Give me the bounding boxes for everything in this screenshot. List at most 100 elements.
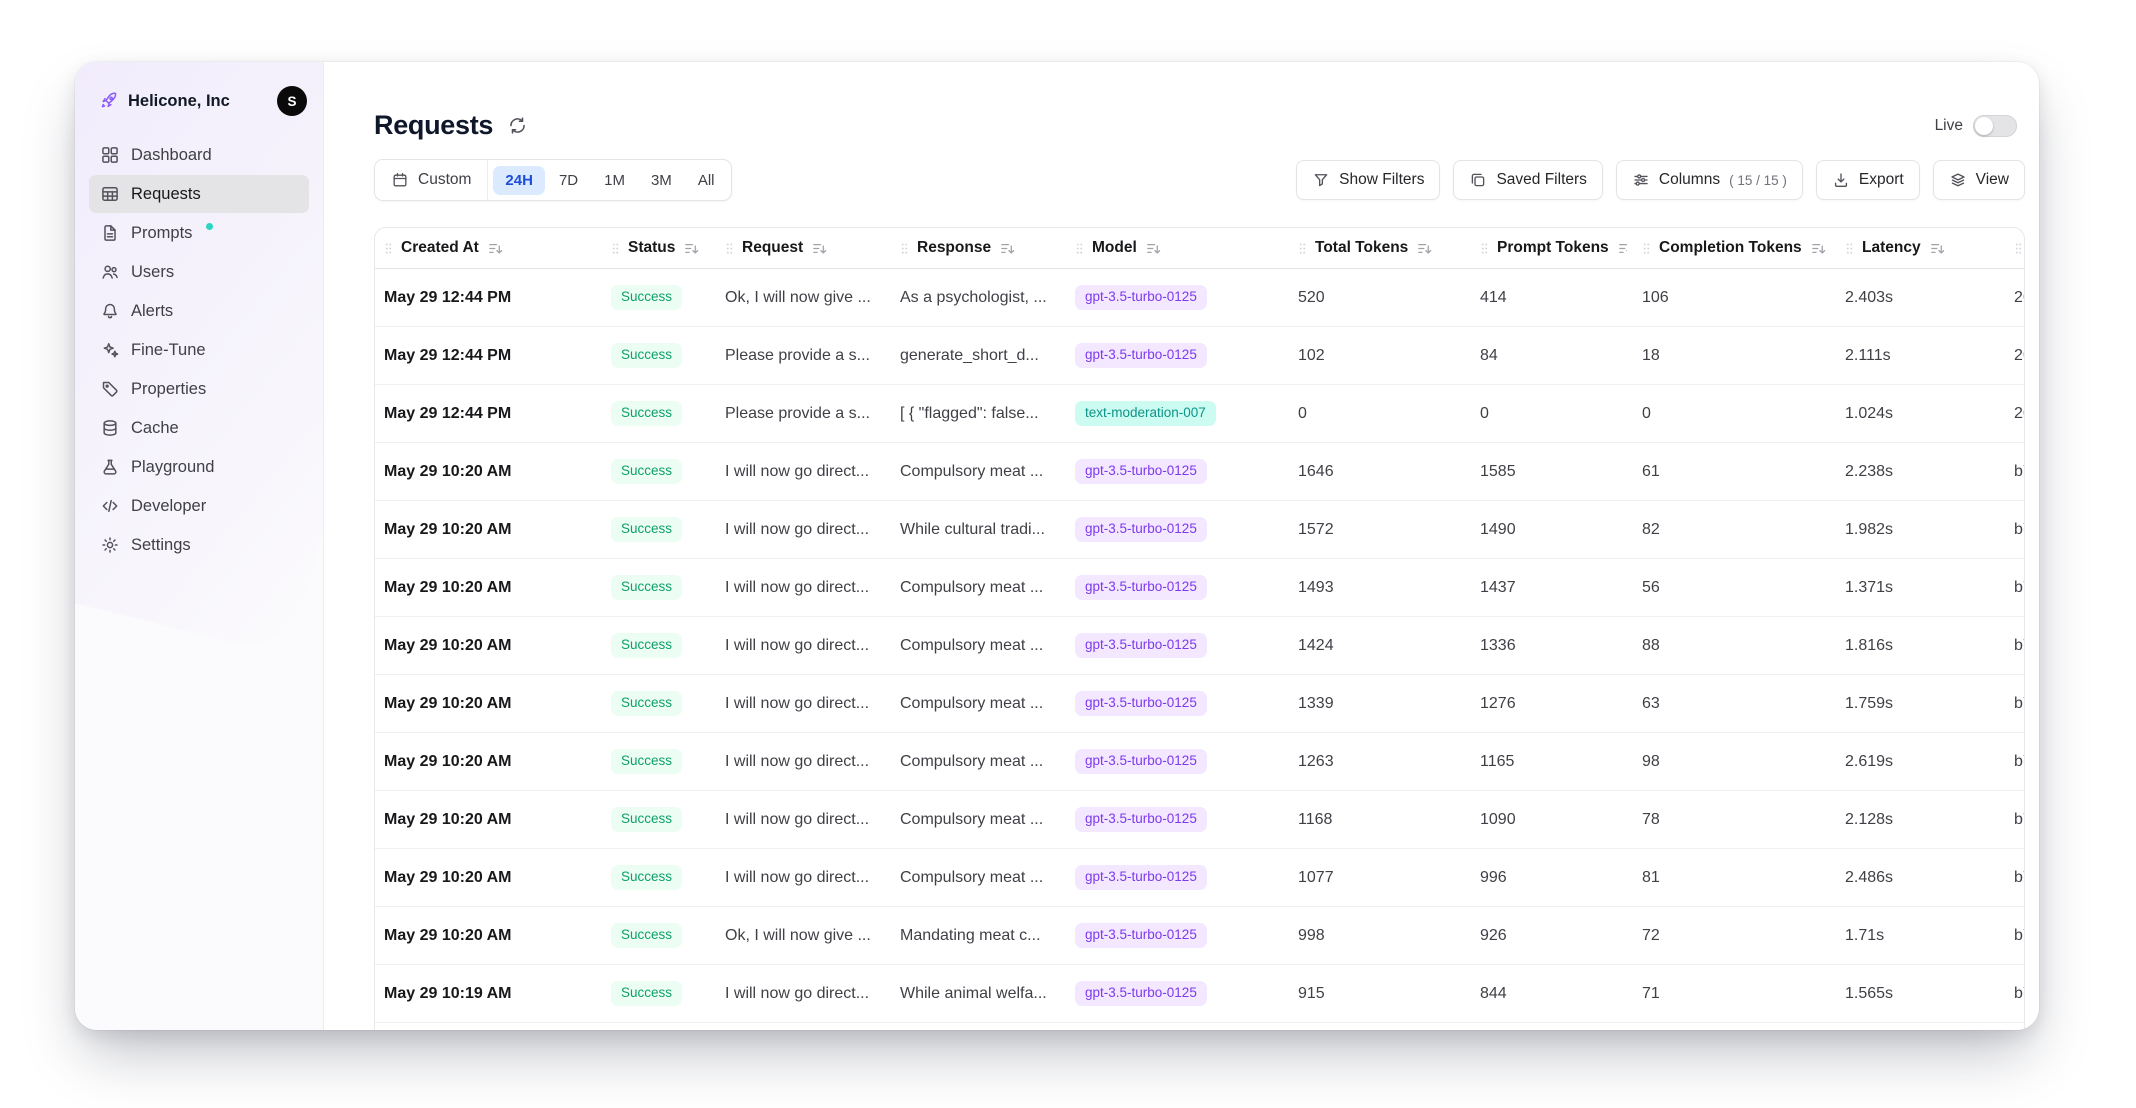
column-header-total-tokens[interactable]: Total Tokens: [1289, 228, 1471, 269]
range-button-all[interactable]: All: [686, 166, 727, 195]
cell-request: I will now go direct...: [716, 733, 891, 791]
bars-arrow-down-icon[interactable]: [1929, 240, 1946, 257]
request-row[interactable]: May 29 12:44 PMSuccessPlease provide a s…: [375, 385, 2025, 443]
cell-model: gpt-3.5-turbo-0125: [1066, 965, 1289, 1023]
cell-prompt-tokens: 1437: [1471, 559, 1633, 617]
cell-total-tokens: 1424: [1289, 617, 1471, 675]
bars-arrow-down-icon[interactable]: [1145, 240, 1162, 257]
grip-dots-icon[interactable]: [1842, 241, 1857, 256]
cell-completion-tokens: 81: [1633, 849, 1836, 907]
grip-dots-icon[interactable]: [897, 241, 912, 256]
cell-user: b7c67919-39: [2005, 617, 2025, 675]
cell-created-at: May 29 10:20 AM: [375, 443, 602, 501]
column-header-user[interactable]: User: [2005, 228, 2025, 269]
refresh-button[interactable]: [507, 115, 528, 136]
funnel-icon: [1312, 171, 1330, 189]
gear-icon: [100, 535, 120, 555]
model-badge: gpt-3.5-turbo-0125: [1075, 981, 1207, 1006]
column-header-latency[interactable]: Latency: [1836, 228, 2005, 269]
column-header-prompt-tokens[interactable]: Prompt Tokens: [1471, 228, 1633, 269]
request-row[interactable]: May 29 10:20 AMSuccessI will now go dire…: [375, 675, 2025, 733]
sidebar-item-developer[interactable]: Developer: [89, 487, 309, 525]
bars-arrow-down-icon[interactable]: [1416, 240, 1433, 257]
request-row[interactable]: May 29 10:20 AMSuccessI will now go dire…: [375, 443, 2025, 501]
user-avatar[interactable]: S: [277, 86, 307, 116]
cell-status: Success: [602, 443, 716, 501]
export-button[interactable]: Export: [1816, 160, 1920, 200]
range-button-7d[interactable]: 7D: [547, 166, 590, 195]
request-row[interactable]: May 29 10:20 AMSuccessI will now go dire…: [375, 849, 2025, 907]
grip-dots-icon[interactable]: [608, 241, 623, 256]
sidebar-item-label: Prompts: [131, 224, 192, 243]
org-switcher[interactable]: Helicone, Inc S: [75, 62, 323, 122]
bars-arrow-down-icon[interactable]: [683, 240, 700, 257]
view-button[interactable]: View: [1933, 160, 2025, 200]
request-row[interactable]: May 29 12:44 PMSuccessPlease provide a s…: [375, 327, 2025, 385]
sidebar-item-properties[interactable]: Properties: [89, 370, 309, 408]
request-row[interactable]: May 29 10:20 AMSuccessI will now go dire…: [375, 559, 2025, 617]
status-badge: Success: [611, 691, 682, 716]
saved-filters-button[interactable]: Saved Filters: [1453, 160, 1602, 200]
column-header-request[interactable]: Request: [716, 228, 891, 269]
table-icon: [100, 184, 120, 204]
request-row[interactable]: May 29 10:19 AMSuccessI will now go dire…: [375, 965, 2025, 1023]
column-header-status[interactable]: Status: [602, 228, 716, 269]
column-header-model[interactable]: Model: [1066, 228, 1289, 269]
sidebar-item-label: Requests: [131, 185, 201, 204]
live-toggle[interactable]: [1973, 115, 2017, 137]
cell-response: [ { "flagged": false...: [891, 385, 1066, 443]
grip-dots-icon[interactable]: [1295, 241, 1310, 256]
cell-status: Success: [602, 907, 716, 965]
layers-icon: [1949, 171, 1967, 189]
grip-dots-icon[interactable]: [722, 241, 737, 256]
sidebar-item-dashboard[interactable]: Dashboard: [89, 136, 309, 174]
request-row[interactable]: May 29 10:20 AMSuccessOk, I will now giv…: [375, 907, 2025, 965]
saved-filters-label: Saved Filters: [1496, 171, 1586, 189]
cell-user: b7c67919-39: [2005, 849, 2025, 907]
show-filters-button[interactable]: Show Filters: [1296, 160, 1440, 200]
column-header-response[interactable]: Response: [891, 228, 1066, 269]
bars-arrow-down-icon[interactable]: [999, 240, 1016, 257]
sidebar-item-users[interactable]: Users: [89, 253, 309, 291]
cell-latency: 2.619s: [1836, 733, 2005, 791]
range-button-1m[interactable]: 1M: [592, 166, 637, 195]
request-row[interactable]: May 29 12:44 PMSuccessOk, I will now giv…: [375, 269, 2025, 327]
grip-dots-icon[interactable]: [2011, 241, 2025, 256]
columns-button[interactable]: Columns ( 15 / 15 ): [1616, 160, 1803, 200]
grid-icon: [100, 145, 120, 165]
cell-total-tokens: 1263: [1289, 733, 1471, 791]
column-header-completion-tokens[interactable]: Completion Tokens: [1633, 228, 1836, 269]
cell-user: b7c67919-39: [2005, 559, 2025, 617]
range-button-3m[interactable]: 3M: [639, 166, 684, 195]
cell-request: Please provide a s...: [716, 327, 891, 385]
grip-dots-icon[interactable]: [1639, 241, 1654, 256]
database-icon: [100, 418, 120, 438]
request-row[interactable]: May 29 10:20 AMSuccessI will now go dire…: [375, 501, 2025, 559]
cell-created-at: May 29 10:20 AM: [375, 675, 602, 733]
column-header-created-at[interactable]: Created At: [375, 228, 602, 269]
range-button-24h[interactable]: 24H: [493, 166, 545, 195]
sidebar-item-requests[interactable]: Requests: [89, 175, 309, 213]
request-row[interactable]: May 29 10:20 AMSuccessI will now go dire…: [375, 617, 2025, 675]
cell-created-at: May 29 10:20 AM: [375, 617, 602, 675]
grip-dots-icon[interactable]: [1477, 241, 1492, 256]
live-label: Live: [1935, 117, 1963, 135]
cell-status: Success: [602, 733, 716, 791]
status-badge: Success: [611, 807, 682, 832]
sidebar-item-settings[interactable]: Settings: [89, 526, 309, 564]
sidebar-item-fine-tune[interactable]: Fine-Tune: [89, 331, 309, 369]
sidebar-item-alerts[interactable]: Alerts: [89, 292, 309, 330]
sidebar-item-prompts[interactable]: Prompts: [89, 214, 309, 252]
request-row[interactable]: May 29 10:20 AMSuccessI will now go dire…: [375, 791, 2025, 849]
bars-arrow-down-icon[interactable]: [487, 240, 504, 257]
request-row[interactable]: May 29 10:20 AMSuccessI will now go dire…: [375, 733, 2025, 791]
table-header-row: Created AtStatusRequestResponseModelTota…: [375, 228, 2025, 269]
bars-arrow-down-icon[interactable]: [1617, 240, 1627, 257]
sidebar-item-cache[interactable]: Cache: [89, 409, 309, 447]
bars-arrow-down-icon[interactable]: [1810, 240, 1827, 257]
sidebar-item-playground[interactable]: Playground: [89, 448, 309, 486]
bars-arrow-down-icon[interactable]: [811, 240, 828, 257]
grip-dots-icon[interactable]: [1072, 241, 1087, 256]
grip-dots-icon[interactable]: [381, 241, 396, 256]
custom-date-button[interactable]: Custom: [375, 160, 488, 200]
